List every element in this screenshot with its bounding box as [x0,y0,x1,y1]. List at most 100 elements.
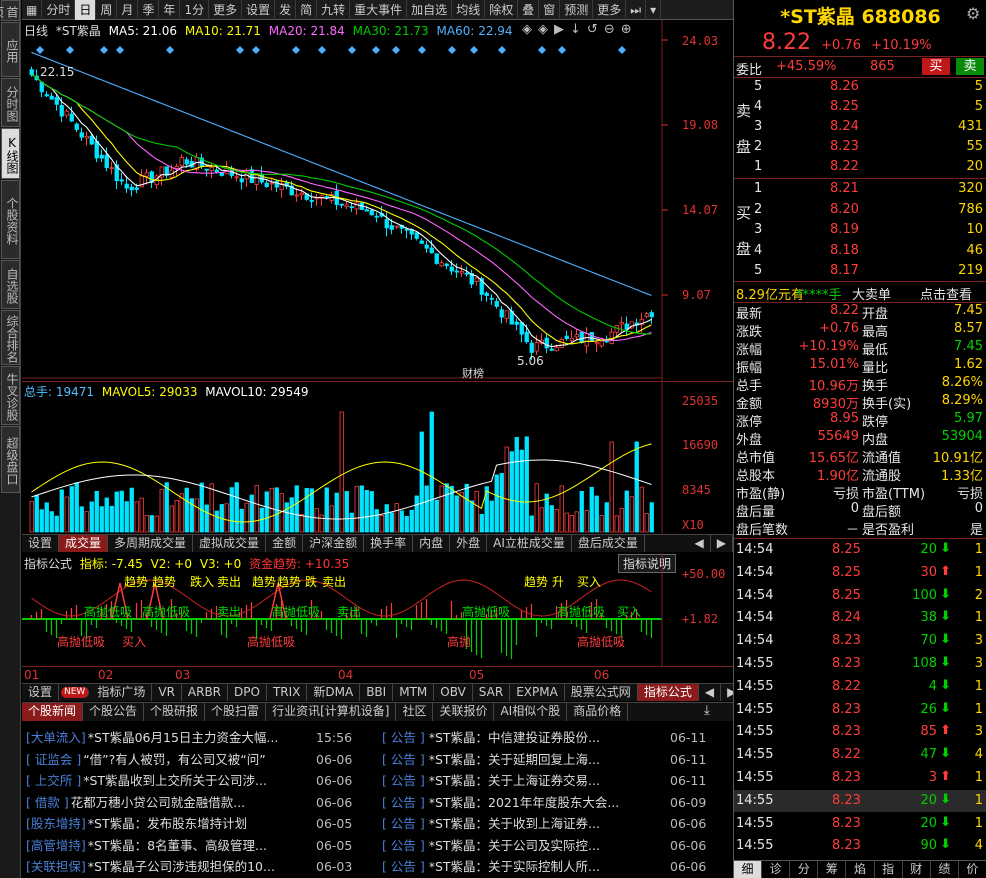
news-left-item[interactable]: [ 上交所 ] *ST紫晶收到上交所关于公司涉... 06-06 [26,770,376,791]
news-left-item[interactable]: [ 证监会 ] “借”?有人被罚，有公司又被“问” 06-06 [26,749,376,770]
ask-level-row[interactable]: 5 8.26 5 [734,78,986,98]
volume-tab-3[interactable]: 虚拟成交量 [193,535,267,552]
quote-tab-5[interactable]: 指 [875,861,903,878]
left-tab-7[interactable]: 牛叉诊股 [1,366,20,425]
bid-level-row[interactable]: 5 8.17 219 [734,262,986,282]
ask-level-row[interactable]: 3 8.24 431 [734,118,986,138]
toolbar-btn-0[interactable]: 分时 [42,0,76,20]
toolbar-btn-1[interactable]: 日 [75,0,97,20]
indicator-tab-10[interactable]: OBV [434,684,473,701]
toolbar-btn-18[interactable]: 预测 [560,0,594,20]
toolbar-btn-3[interactable]: 月 [117,0,139,20]
news-right-item[interactable]: [ 公告 ] *ST紫晶：关于延期回复上海... 06-11 [382,749,727,770]
toolbar-btn-7[interactable]: 更多 [209,0,243,20]
indicator-tab-11[interactable]: SAR [473,684,511,701]
indicator-tab-7[interactable]: 新DMA [307,684,361,701]
volume-tab-4[interactable]: 金额 [266,535,304,552]
news-right-item[interactable]: [ 公告 ] *ST紫晶：关于上海证券交易... 06-11 [382,770,727,791]
volume-panel[interactable]: 总手: 19471 MAVOL5: 29033 MAVOL10: 29549 2… [22,381,733,535]
news-tab-6[interactable]: 关联报价 [433,703,495,721]
volume-tabs-prev-icon[interactable]: ◀ [689,535,711,552]
event-tag[interactable]: 财榜 [462,365,484,381]
indicator-tab-12[interactable]: EXPMA [510,684,565,701]
quote-tab-8[interactable]: 价 [959,861,986,878]
bid-level-row[interactable]: 3 8.19 10 [734,221,986,241]
left-tab-3[interactable]: K线图 [1,128,20,179]
settings-icon[interactable]: ⚙ [966,4,980,23]
indicator-tab-3[interactable]: VR [152,684,182,701]
toolbar-btn-9[interactable]: 发 [275,0,297,20]
news-right-item[interactable]: [ 公告 ] *ST紫晶：关于实际控制人所... 06-06 [382,856,727,877]
volume-tab-1[interactable]: 成交量 [59,535,109,552]
news-tab-0[interactable]: 个股新闻 [22,703,84,721]
toolbar-btn-15[interactable]: 除权 [485,0,519,20]
kline-panel[interactable]: 日线 *ST紫晶 MA5: 21.06 MA10: 21.71 MA20: 21… [22,20,733,381]
toolbar-btn-16[interactable]: 叠 [518,0,540,20]
news-tab-5[interactable]: 社区 [396,703,434,721]
volume-tab-9[interactable]: AI立桩成交量 [487,535,572,552]
left-tab-6[interactable]: 综合排名 [1,310,20,365]
quote-tab-3[interactable]: 筹 [818,861,847,878]
indicator-tab-0[interactable]: 设置 [22,684,60,701]
buy-button[interactable]: 买 [922,58,950,75]
toolbar-arrow-icon[interactable]: ⏭ [626,0,647,20]
toolbar-btn-8[interactable]: 设置 [242,0,276,20]
news-tab-4[interactable]: 行业资讯[计算机设备] [266,703,397,721]
news-left-item[interactable]: [股东增持] *ST紫晶：发布股东增持计划 06-05 [26,813,376,834]
indicator-tab-14[interactable]: 指标公式 [637,684,699,701]
bid-level-row[interactable]: 4 8.18 46 [734,242,986,262]
sell-button[interactable]: 卖 [956,58,984,75]
toolbar-btn-2[interactable]: 周 [96,0,118,20]
toolbar-dropdown-icon[interactable]: ▾ [646,0,662,20]
left-tab-1[interactable]: 应用 [1,22,20,77]
volume-tab-7[interactable]: 内盘 [413,535,451,552]
news-left-item[interactable]: [高管增持] *ST紫晶：8名董事、高级管理... 06-05 [26,835,376,856]
toolbar-btn-10[interactable]: 简 [296,0,318,20]
quote-tab-2[interactable]: 分 [790,861,819,878]
volume-tab-2[interactable]: 多周期成交量 [108,535,194,552]
news-right-item[interactable]: [ 公告 ] *ST紫晶：中信建投证券股份... 06-11 [382,727,727,748]
left-tab-8[interactable]: 超级盘口 [1,426,20,493]
news-left-item[interactable]: [大单流入] *ST紫晶06月15日主力资金大幅... 15:56 [26,727,376,748]
quote-tab-6[interactable]: 财 [903,861,931,878]
indicator-tab-6[interactable]: TRIX [267,684,308,701]
news-tab-3[interactable]: 个股扫雷 [205,703,267,721]
toolbar-btn-14[interactable]: 均线 [452,0,486,20]
ask-level-row[interactable]: 4 8.25 5 [734,98,986,118]
volume-tab-6[interactable]: 换手率 [364,535,414,552]
indicator-tab-2[interactable]: 指标广场 [91,684,153,701]
toolbar-btn-17[interactable]: 窗 [539,0,561,20]
indicator-tab-5[interactable]: DPO [228,684,267,701]
indicator-panel[interactable]: 指标公式 指标: -7.45 V2: +0 V3: +0 资金趋势: +10.3… [22,553,733,666]
download-news-icon[interactable]: ⤓ [704,703,710,718]
news-left-item[interactable]: [关联担保] *ST紫晶子公司涉违规担保的10... 06-03 [26,856,376,877]
news-right-item[interactable]: [ 公告 ] *ST紫晶：2021年年度股东大会... 06-09 [382,792,727,813]
bid-level-row[interactable]: 1 8.21 320 [734,180,986,200]
indicator-tabs-prev-icon[interactable]: ◀ [699,684,722,701]
toolbar-btn-11[interactable]: 九转 [317,0,351,20]
toolbar-btn-12[interactable]: 重大事件 [350,0,408,20]
indicator-tab-9[interactable]: MTM [393,684,435,701]
quote-tab-4[interactable]: 焰 [846,861,875,878]
toolbar-btn-13[interactable]: 加自选 [407,0,453,20]
left-tab-4[interactable]: 个股资料 [1,180,20,259]
indicator-tab-8[interactable]: BBI [360,684,394,701]
big-order-link[interactable]: 点击查看 [920,284,972,303]
ask-level-row[interactable]: 2 8.23 55 [734,138,986,158]
toolbar-btn-19[interactable]: 更多 [593,0,627,20]
news-tab-1[interactable]: 个股公告 [83,703,145,721]
indicator-tab-13[interactable]: 股票公式网 [565,684,638,701]
quote-tab-7[interactable]: 绩 [931,861,959,878]
news-tab-7[interactable]: AI相似个股 [494,703,568,721]
toolbar-btn-6[interactable]: 1分 [180,0,210,20]
news-tab-8[interactable]: 商品价格 [567,703,629,721]
ask-level-row[interactable]: 1 8.22 20 [734,158,986,178]
quote-tab-0[interactable]: 细 [734,861,763,878]
news-tab-2[interactable]: 个股研报 [144,703,206,721]
news-right-item[interactable]: [ 公告 ] *ST紫晶：关于收到上海证券... 06-06 [382,813,727,834]
indicator-tab-4[interactable]: ARBR [182,684,229,701]
volume-tab-10[interactable]: 盘后成交量 [572,535,645,552]
news-left-item[interactable]: [ 借款 ] 花都万穗小贷公司就金融借款... 06-06 [26,792,376,813]
volume-tab-5[interactable]: 沪深金额 [303,535,365,552]
volume-tab-0[interactable]: 设置 [22,535,60,552]
